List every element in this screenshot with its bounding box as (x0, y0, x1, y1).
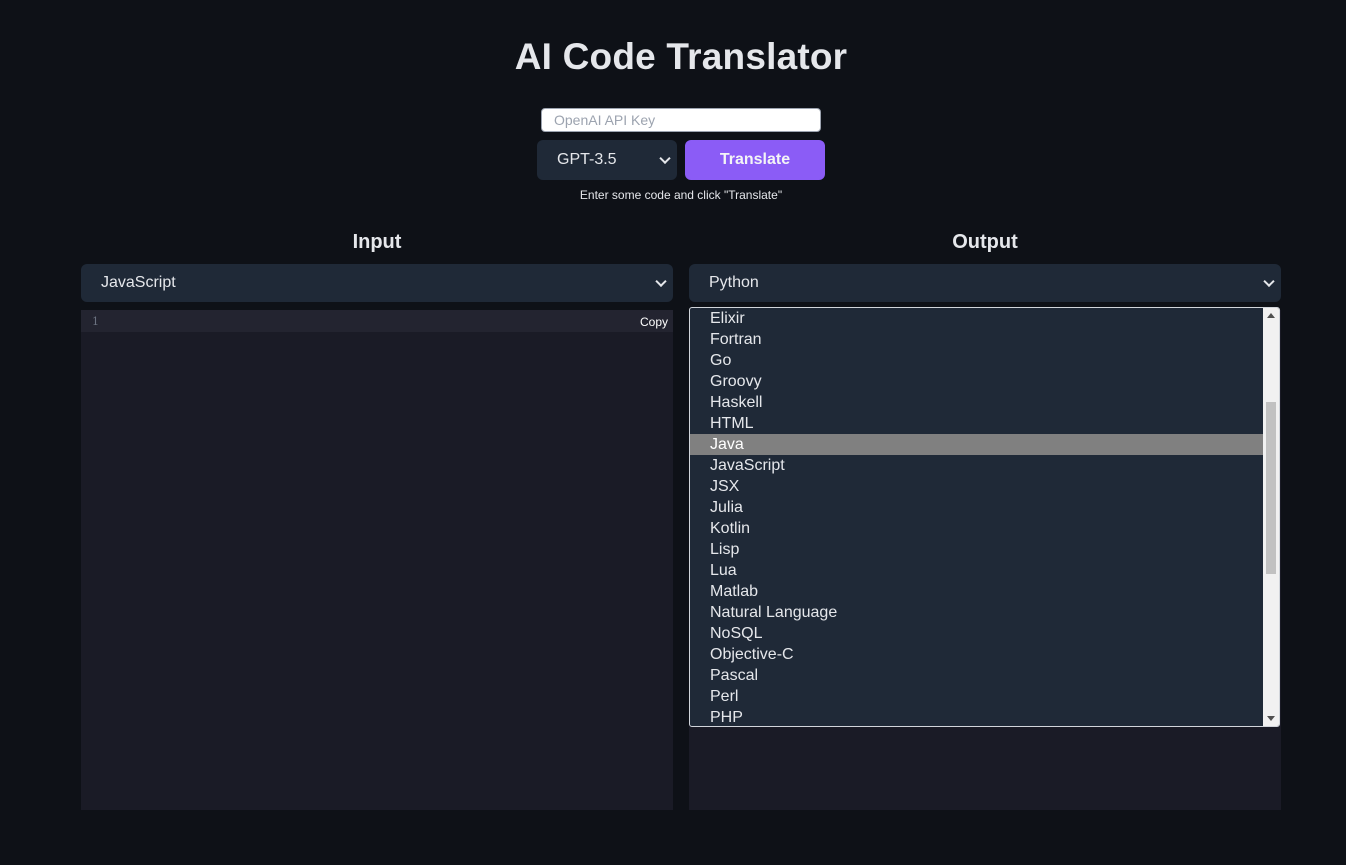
output-language-dropdown[interactable]: Elixir Fortran Go Groovy Haskell HTML Java Java… (689, 307, 1280, 727)
dropdown-option[interactable]: Lua (690, 560, 1264, 581)
copy-button[interactable]: Copy (640, 315, 668, 329)
dropdown-option[interactable]: Matlab (690, 581, 1264, 602)
input-heading: Input (352, 231, 402, 253)
input-language-select[interactable]: JavaScript (81, 264, 673, 302)
dropdown-option[interactable]: Go (690, 350, 1264, 371)
app-root: AI Code Translator GPT-3.5 Translate Ent… (0, 0, 1346, 865)
dropdown-option[interactable]: JavaScript (690, 455, 1264, 476)
chevron-down-icon (655, 275, 667, 288)
model-select[interactable]: GPT-3.5 (537, 140, 677, 180)
dropdown-option[interactable]: Fortran (690, 329, 1264, 350)
dropdown-option[interactable]: Perl (690, 686, 1264, 707)
status-hint: Enter some code and click "Translate" (579, 188, 783, 202)
chevron-down-icon (659, 152, 671, 165)
dropdown-option[interactable]: Julia (690, 497, 1264, 518)
input-code-editor[interactable]: 1 Copy (81, 310, 673, 810)
dropdown-option[interactable]: JSX (690, 476, 1264, 497)
api-key-input[interactable] (541, 108, 821, 132)
dropdown-option[interactable]: Pascal (690, 665, 1264, 686)
dropdown-option[interactable]: Kotlin (690, 518, 1264, 539)
chevron-down-icon (1263, 275, 1275, 288)
dropdown-options: Elixir Fortran Go Groovy Haskell HTML Java Java… (690, 308, 1264, 726)
output-language-select[interactable]: Python (689, 264, 1281, 302)
translate-button[interactable]: Translate (685, 140, 825, 180)
model-select-value: GPT-3.5 (557, 151, 617, 168)
dropdown-option[interactable]: Objective-C (690, 644, 1264, 665)
dropdown-option[interactable]: Groovy (690, 371, 1264, 392)
dropdown-option[interactable]: HTML (690, 413, 1264, 434)
line-number: 1 (92, 315, 99, 328)
dropdown-option[interactable]: PHP (690, 707, 1264, 726)
dropdown-option[interactable]: Java (690, 434, 1264, 455)
page-title: AI Code Translator (514, 36, 848, 77)
dropdown-option[interactable]: Haskell (690, 392, 1264, 413)
scroll-down-arrow-icon[interactable] (1267, 716, 1275, 721)
input-language-value: JavaScript (101, 274, 176, 291)
dropdown-option[interactable]: NoSQL (690, 623, 1264, 644)
scrollbar-thumb[interactable] (1266, 402, 1276, 574)
dropdown-option[interactable]: Natural Language (690, 602, 1264, 623)
scroll-up-arrow-icon[interactable] (1267, 313, 1275, 318)
editor-active-line: 1 Copy (81, 310, 673, 332)
dropdown-option[interactable]: Lisp (690, 539, 1264, 560)
dropdown-scrollbar[interactable] (1263, 308, 1279, 726)
dropdown-option[interactable]: Elixir (690, 308, 1264, 329)
output-heading: Output (952, 231, 1018, 253)
output-language-value: Python (709, 274, 759, 291)
